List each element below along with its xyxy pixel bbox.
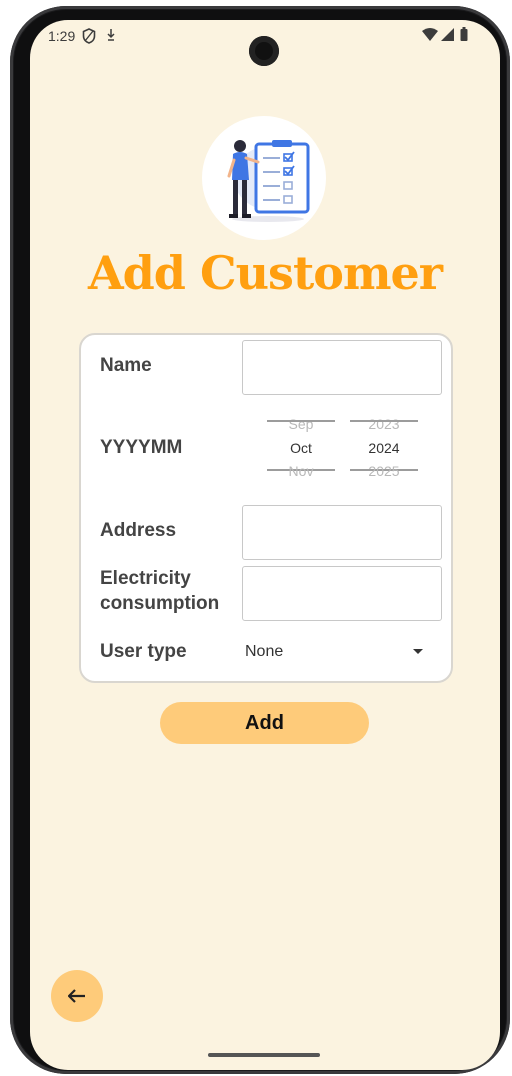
- page-title: Add Customer: [87, 246, 443, 300]
- front-camera: [249, 36, 279, 66]
- year-prev[interactable]: 2023: [350, 416, 418, 432]
- wifi-icon: [422, 28, 438, 41]
- battery-icon: [460, 27, 468, 41]
- address-field[interactable]: [242, 505, 442, 560]
- arrow-left-icon: [68, 989, 85, 1003]
- month-prev[interactable]: Sep: [267, 416, 335, 432]
- hero-image: [202, 116, 326, 240]
- home-indicator[interactable]: [208, 1053, 320, 1057]
- clipboard-checklist-illustration: [227, 140, 310, 222]
- name-label: Name: [100, 355, 152, 376]
- month-next[interactable]: Nov: [267, 463, 335, 479]
- picker-divider: [267, 420, 335, 422]
- download-icon: [107, 29, 115, 41]
- yyyymm-label: YYYYMM: [100, 437, 183, 458]
- year-selected[interactable]: 2024: [350, 440, 418, 456]
- shield-icon: [82, 28, 96, 44]
- electricity-label-line1: Electricity: [100, 568, 191, 589]
- dropdown-arrow-icon[interactable]: [413, 649, 423, 654]
- user-type-value[interactable]: None: [245, 643, 283, 661]
- electricity-consumption-field[interactable]: [242, 566, 442, 621]
- signal-icon: [441, 28, 454, 41]
- picker-divider: [350, 420, 418, 422]
- address-label: Address: [100, 520, 177, 541]
- back-button[interactable]: [51, 970, 103, 1022]
- status-time: 1:29: [48, 28, 76, 44]
- screen: 1:29 Add Customer Name YYYYMM Sep Oct No…: [30, 20, 500, 1070]
- add-button[interactable]: Add: [160, 702, 369, 744]
- name-field[interactable]: [242, 340, 442, 395]
- customer-form-card: Name YYYYMM Sep Oct Nov 2023 2024 2025 A…: [79, 333, 453, 683]
- electricity-label-line2: consumption: [100, 593, 220, 614]
- month-selected[interactable]: Oct: [267, 440, 335, 456]
- user-type-label: User type: [100, 641, 187, 662]
- year-next[interactable]: 2025: [350, 463, 418, 479]
